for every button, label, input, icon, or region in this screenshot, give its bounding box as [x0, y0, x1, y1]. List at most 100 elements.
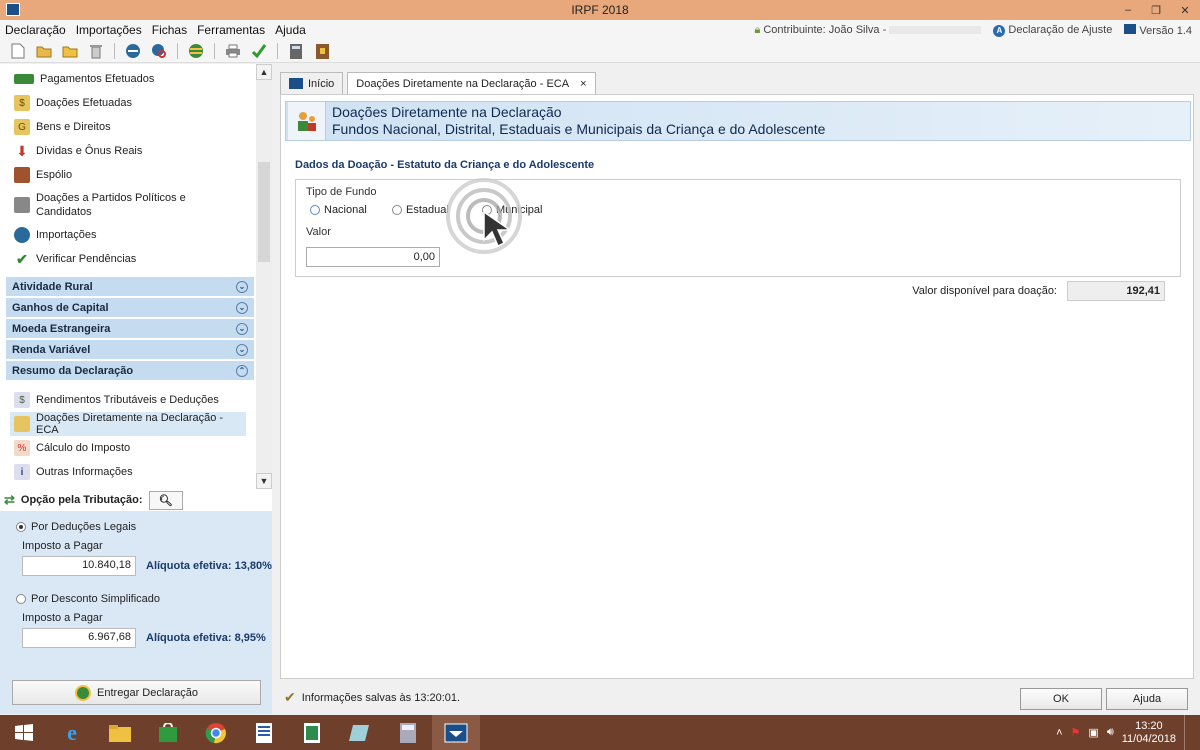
version-info[interactable]: Versão 1.4 — [1124, 23, 1192, 37]
toolbar-separator — [277, 43, 278, 59]
sidebar-item-bens[interactable]: G Bens e Direitos — [0, 115, 256, 139]
info-icon: i — [14, 464, 30, 480]
minimize-button[interactable]: – — [1114, 0, 1142, 20]
option-deducoes-legais[interactable]: Por Deduções Legais — [0, 519, 272, 535]
close-tab-icon[interactable]: × — [580, 78, 586, 90]
chrome-icon[interactable] — [192, 715, 240, 750]
sidebar-item-eca[interactable]: Doações Diretamente na Declaração - ECA — [10, 412, 246, 436]
estate-icon — [14, 167, 30, 183]
radio-estadual[interactable]: Estadual — [392, 204, 449, 216]
scroll-down-icon[interactable]: ▼ — [256, 473, 272, 489]
explorer-icon[interactable] — [96, 715, 144, 750]
valor-input[interactable]: 0,00 — [306, 247, 440, 267]
menu-ferramentas[interactable]: Ferramentas — [192, 23, 270, 37]
redacted-name — [889, 25, 982, 34]
sidebar-item-doacoes[interactable]: $ Doações Efetuadas — [0, 91, 256, 115]
folder-icon[interactable] — [60, 42, 80, 60]
disponivel-label: Valor disponível para doação: — [912, 285, 1057, 297]
chevron-down-icon[interactable]: ⌄ — [236, 301, 248, 314]
valor-label: Valor — [306, 226, 331, 238]
radio-simplificado[interactable] — [16, 594, 26, 604]
party-donation-icon — [14, 197, 30, 213]
sidebar-item-pendencias[interactable]: ✔ Verificar Pendências — [0, 247, 256, 271]
clock-date: 11/04/2018 — [1121, 732, 1176, 745]
debt-arrow-icon: ⬇ — [16, 142, 28, 159]
word-icon[interactable] — [240, 715, 288, 750]
section-resumo[interactable]: Resumo da Declaração ⌃ — [6, 361, 254, 380]
network-icon[interactable]: ▣ — [1088, 726, 1098, 739]
chevron-up-icon[interactable]: ⌃ — [236, 364, 248, 377]
main-area: Início Doações Diretamente na Declaração… — [276, 64, 1200, 714]
store-icon[interactable] — [144, 715, 192, 750]
sidebar-item-partidos[interactable]: Doações a Partidos Políticos e Candidato… — [0, 187, 256, 223]
notifications-icon[interactable] — [1184, 715, 1190, 750]
excel-icon[interactable] — [288, 715, 336, 750]
section-atividade-rural[interactable]: Atividade Rural ⌄ — [6, 277, 254, 296]
disponivel-value: 192,41 — [1067, 281, 1165, 301]
menu-importacoes[interactable]: Importações — [71, 23, 147, 37]
calculator-icon[interactable] — [286, 42, 306, 60]
chevron-down-icon[interactable]: ⌄ — [236, 322, 248, 335]
search-import-icon[interactable] — [149, 42, 169, 60]
sidebar-item-calculo[interactable]: % Cálculo do Imposto — [0, 436, 256, 460]
irpf-icon[interactable] — [432, 715, 480, 750]
menu-fichas[interactable]: Fichas — [147, 23, 192, 37]
radio-nacional-circle[interactable] — [310, 205, 320, 215]
menu-declaracao[interactable]: Declaração — [0, 23, 71, 37]
sidebar-scrollbar[interactable]: ▲ ▼ — [256, 64, 272, 489]
scroll-thumb[interactable] — [258, 162, 270, 262]
sidebar-item-outras[interactable]: i Outras Informações — [0, 460, 256, 484]
option-desconto-simplificado[interactable]: Por Desconto Simplificado — [0, 591, 272, 607]
chevron-up-icon[interactable]: ˄ — [1056, 727, 1062, 739]
section-ganhos-capital[interactable]: Ganhos de Capital ⌄ — [6, 298, 254, 317]
entregar-declaracao-button[interactable]: Entregar Declaração — [12, 680, 261, 705]
app-icon[interactable] — [336, 715, 384, 750]
chevron-down-icon[interactable]: ⌄ — [236, 343, 248, 356]
toolbar-separator — [214, 43, 215, 59]
toolbar-separator — [114, 43, 115, 59]
declaracao-type[interactable]: A Declaração de Ajuste — [993, 24, 1112, 37]
radio-nacional[interactable]: Nacional — [310, 204, 367, 216]
ok-button[interactable]: OK — [1020, 688, 1102, 710]
print-icon[interactable] — [223, 42, 243, 60]
import-icon — [14, 227, 30, 243]
new-file-icon[interactable] — [8, 42, 28, 60]
title-bar: IRPF 2018 – ❐ ✕ — [0, 0, 1200, 20]
trash-icon[interactable] — [86, 42, 106, 60]
check-icon[interactable] — [249, 42, 269, 60]
globe-icon[interactable] — [186, 42, 206, 60]
open-folder-icon[interactable] — [34, 42, 54, 60]
toolbar-separator — [177, 43, 178, 59]
tab-eca[interactable]: Doações Diretamente na Declaração - ECA × — [347, 72, 596, 95]
ajuda-button[interactable]: Ajuda — [1106, 688, 1188, 710]
flag-icon[interactable]: ⚑ — [1071, 726, 1081, 739]
sidebar-item-importacoes[interactable]: Importações — [0, 223, 256, 247]
chevron-down-icon[interactable]: ⌄ — [236, 280, 248, 293]
section-moeda-estrangeira[interactable]: Moeda Estrangeira ⌄ — [6, 319, 254, 338]
restore-button[interactable]: ❐ — [1142, 0, 1170, 20]
close-button[interactable]: ✕ — [1170, 0, 1200, 20]
clock[interactable]: 13:20 11/04/2018 — [1122, 720, 1176, 746]
book-icon[interactable] — [312, 42, 332, 60]
calculator-icon[interactable] — [384, 715, 432, 750]
sidebar-item-dividas[interactable]: ⬇ Dívidas e Ônus Reais — [0, 139, 256, 163]
window-title: IRPF 2018 — [571, 3, 629, 17]
search-button[interactable]: 🔍︎ — [148, 490, 183, 510]
sidebar-item-espolio[interactable]: Espólio — [0, 163, 256, 187]
tab-inicio[interactable]: Início — [280, 72, 344, 94]
volume-icon[interactable]: 🔊︎ — [1107, 726, 1114, 739]
start-icon[interactable] — [0, 715, 48, 750]
import-icon[interactable] — [123, 42, 143, 60]
tax-option-header: ⇄ Opção pela Tributação: 🔍︎ — [0, 489, 272, 511]
ie-icon[interactable]: e — [48, 715, 96, 750]
radio-estadual-circle[interactable] — [392, 205, 402, 215]
sidebar-item-rendimentos[interactable]: $ Rendimentos Tributáveis e Deduções — [0, 388, 256, 412]
scroll-up-icon[interactable]: ▲ — [256, 64, 272, 80]
check-icon: ✔ — [16, 250, 28, 267]
sidebar-item-pagamentos[interactable]: Pagamentos Efetuados — [0, 67, 256, 91]
radio-deducoes[interactable] — [16, 522, 26, 532]
menu-ajuda[interactable]: Ajuda — [270, 23, 311, 37]
globe-icon — [75, 684, 92, 701]
section-renda-variavel[interactable]: Renda Variável ⌄ — [6, 340, 254, 359]
menu-bar: Declaração Importações Fichas Ferramenta… — [0, 20, 1200, 40]
